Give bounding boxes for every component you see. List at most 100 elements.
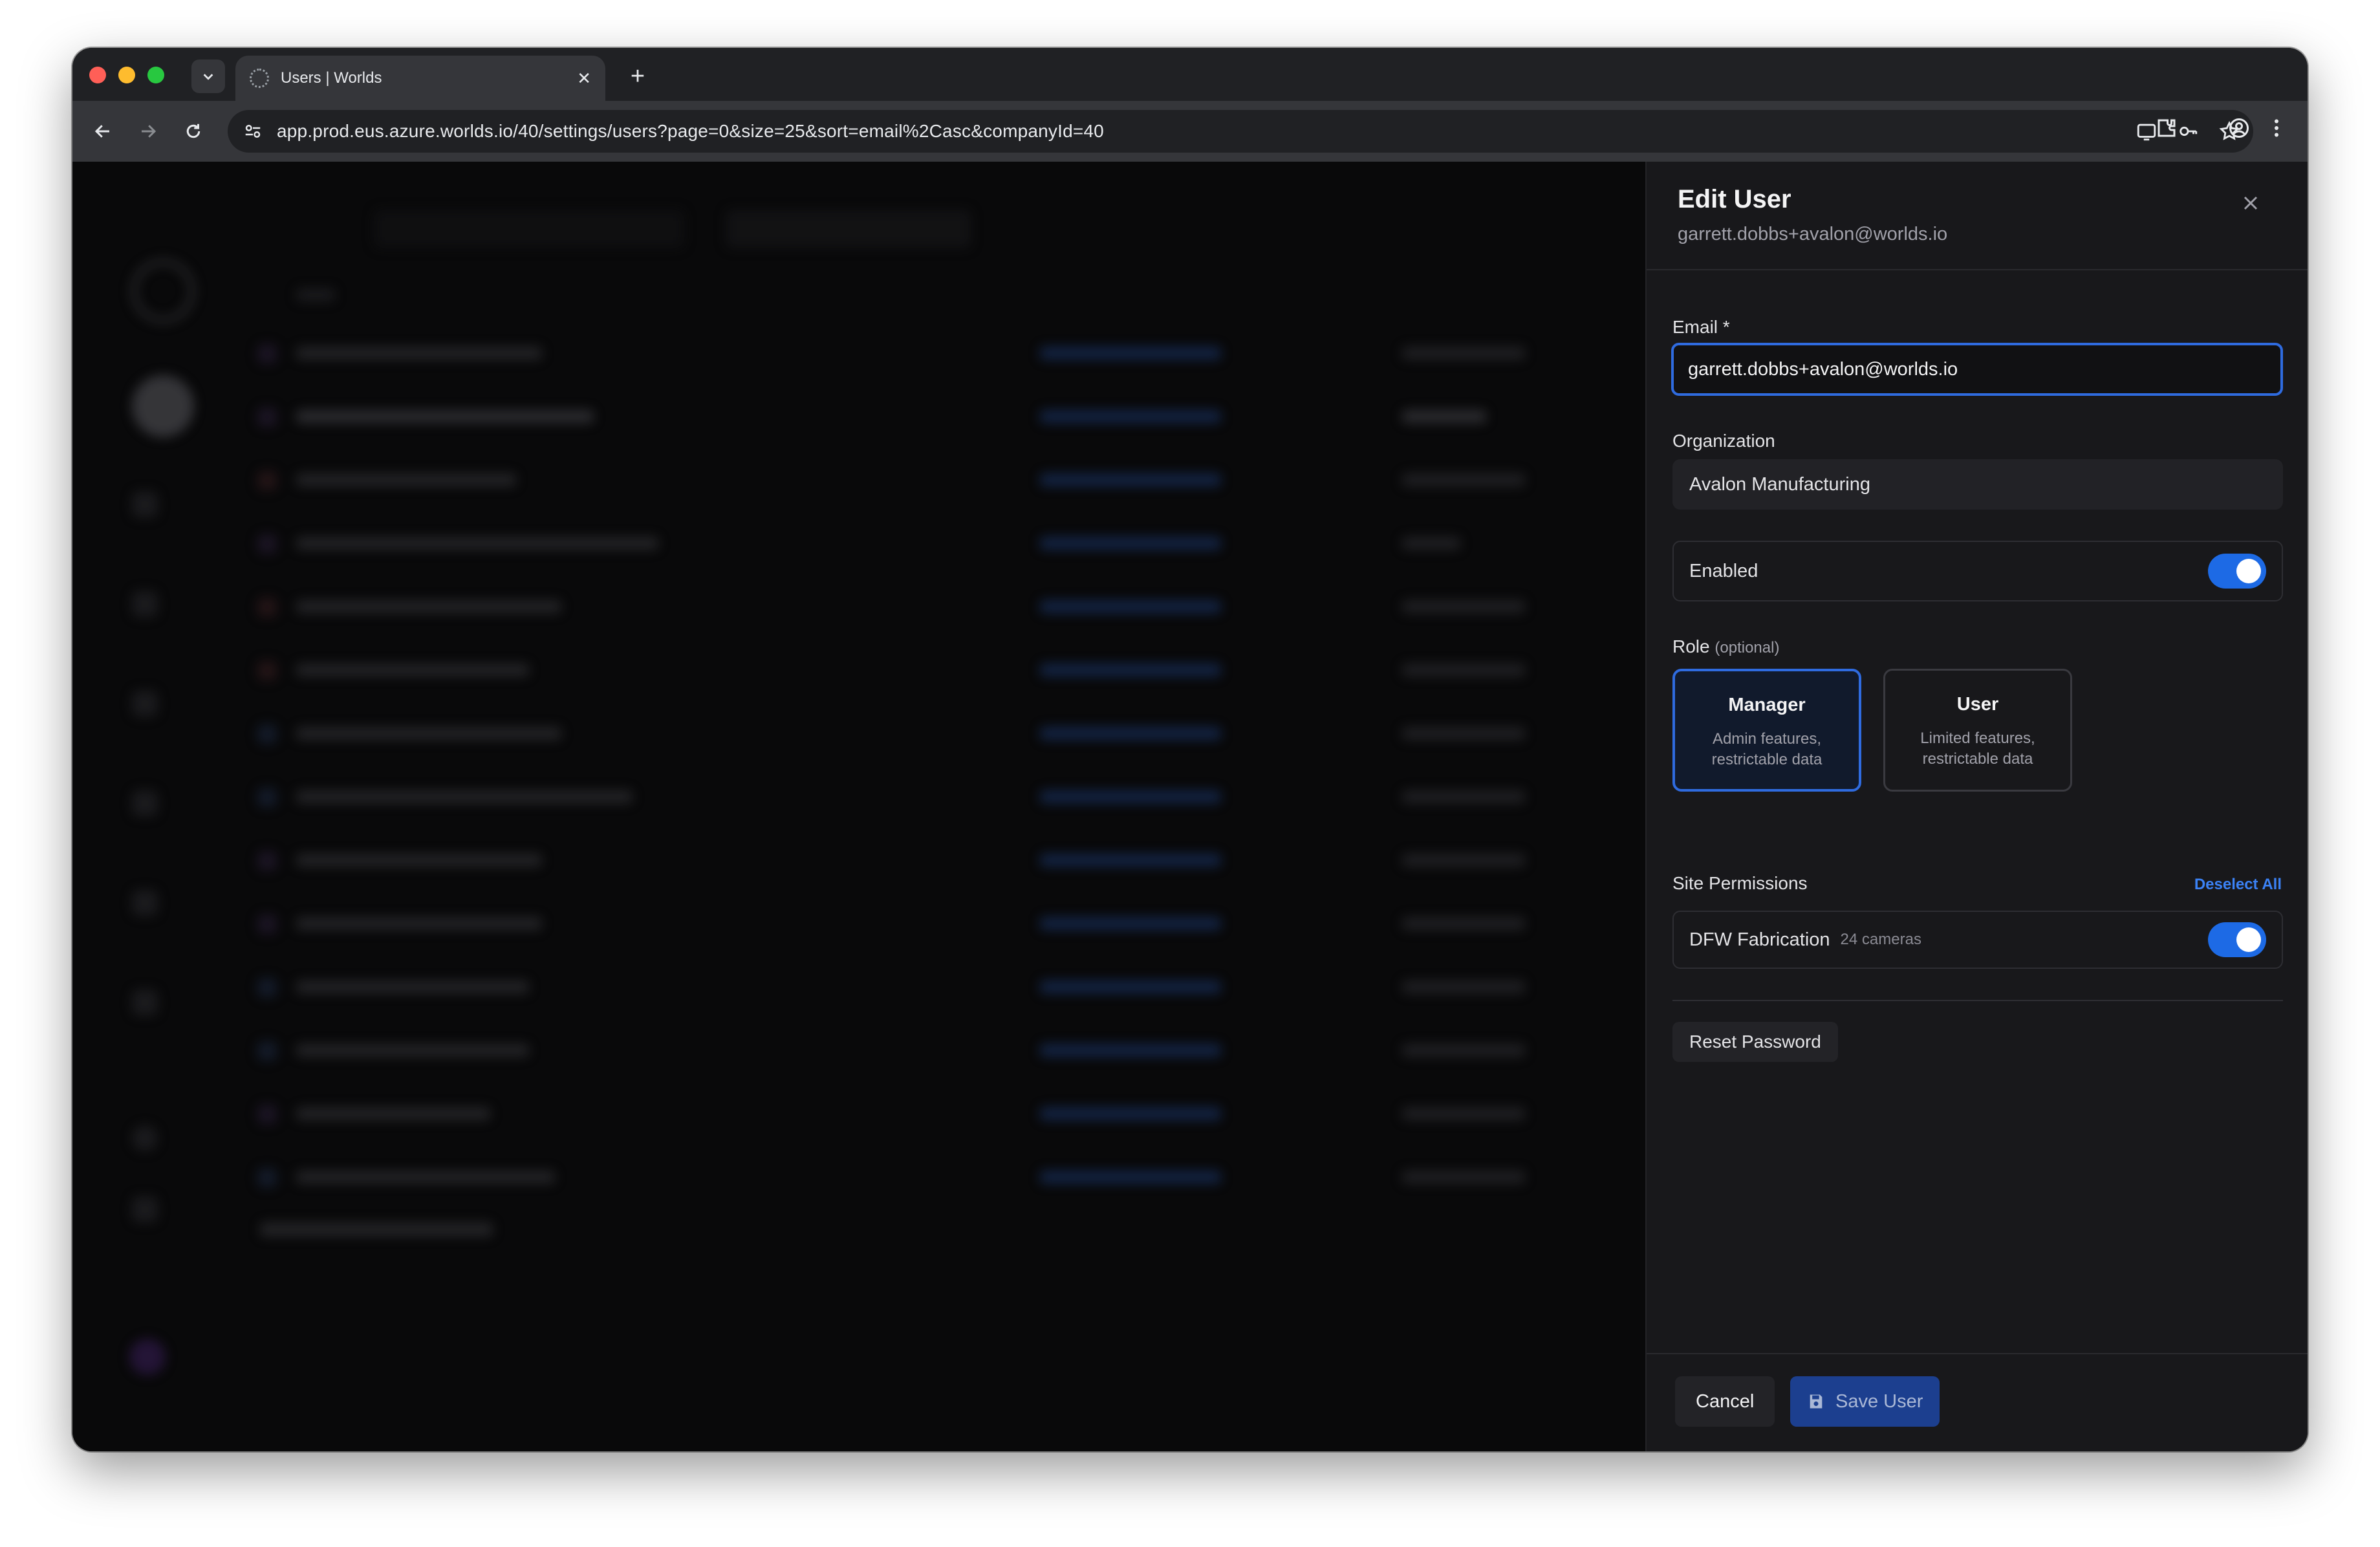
- chevron-down-icon: [203, 74, 213, 80]
- search-icon: [132, 492, 158, 517]
- browser-menu-button[interactable]: [2265, 116, 2288, 143]
- role-description-line: restrictable data: [1922, 750, 2033, 768]
- email-field[interactable]: [1671, 343, 2283, 396]
- collections-icon: [132, 790, 158, 816]
- reload-button[interactable]: [178, 116, 208, 146]
- profile-button[interactable]: [2227, 116, 2251, 143]
- organization-label: Organization: [1672, 431, 1775, 451]
- save-user-button[interactable]: Save User: [1790, 1376, 1940, 1427]
- settings-icon: [132, 990, 158, 1015]
- reload-icon: [186, 124, 200, 138]
- drawer-title: Edit User: [1678, 185, 1791, 213]
- deselect-all-button[interactable]: Deselect All: [2194, 876, 2282, 894]
- email-label: Email *: [1672, 317, 1730, 337]
- logo-icon: [131, 259, 195, 323]
- role-description-line: restrictable data: [1711, 751, 1823, 768]
- document-icon: [132, 1196, 158, 1222]
- table-row: [244, 775, 1645, 814]
- agents-icon: [132, 691, 158, 717]
- site-camera-count: 24 cameras: [1840, 931, 1921, 948]
- browser-toolbar: app.prod.eus.azure.worlds.io/40/settings…: [72, 101, 2308, 162]
- cancel-button[interactable]: Cancel: [1675, 1376, 1775, 1427]
- page-content: Edit User garrett.dobbs+avalon@worlds.io…: [72, 162, 2308, 1451]
- divider: [1672, 1000, 2283, 1001]
- tab-title: Users | Worlds: [281, 69, 382, 87]
- browser-tab[interactable]: Users | Worlds ✕: [235, 56, 605, 101]
- help-icon: [132, 1125, 158, 1151]
- extensions-button[interactable]: [2155, 116, 2178, 143]
- cameras-icon: [132, 890, 158, 916]
- organization-field: Avalon Manufacturing: [1672, 459, 2283, 510]
- forward-button[interactable]: [133, 116, 163, 146]
- table-row: [244, 1155, 1645, 1194]
- role-name: User: [1956, 694, 1999, 715]
- table-row: [244, 1028, 1645, 1067]
- arrow-right-icon: [142, 125, 157, 138]
- role-card-user[interactable]: User Limited features, restrictable data: [1883, 669, 2072, 792]
- enabled-toggle[interactable]: [2208, 554, 2266, 589]
- role-name: Manager: [1728, 695, 1806, 715]
- table-row: [244, 965, 1645, 1004]
- key-icon[interactable]: [2177, 120, 2199, 142]
- monitor-icon: [132, 591, 158, 617]
- toggle-knob: [2236, 559, 2261, 583]
- close-icon: [2244, 196, 2258, 210]
- puzzle-icon: [2158, 119, 2176, 137]
- site-permission-toggle[interactable]: [2208, 922, 2266, 957]
- new-tab-button[interactable]: +: [621, 60, 654, 93]
- address-bar[interactable]: app.prod.eus.azure.worlds.io/40/settings…: [228, 110, 2253, 153]
- browser-window: Users | Worlds ✕ + app.prod.eus.azure.wo…: [72, 48, 2308, 1451]
- close-drawer-button[interactable]: [2239, 191, 2262, 215]
- filter-input-placeholder: [374, 210, 684, 248]
- role-description-line: Limited features,: [1920, 730, 2035, 747]
- minimize-window-button[interactable]: [118, 67, 135, 83]
- site-permissions-label: Site Permissions: [1672, 873, 1808, 893]
- arrow-left-icon: [94, 125, 109, 138]
- users-page-backdrop[interactable]: [72, 162, 1645, 1451]
- role-optional-hint: (optional): [1715, 639, 1780, 656]
- tab-search-button[interactable]: [191, 60, 225, 93]
- loading-favicon-icon: [250, 69, 269, 88]
- avatar: [132, 375, 194, 437]
- cast-icon[interactable]: [2136, 120, 2158, 142]
- table-row: [244, 838, 1645, 877]
- role-description: Limited features, restrictable data: [1885, 728, 2070, 770]
- table-row: [244, 395, 1645, 433]
- account-circle-icon: [2229, 118, 2249, 138]
- role-description: Admin features, restrictable data: [1675, 729, 1859, 770]
- table-row: [244, 331, 1645, 370]
- tab-strip: Users | Worlds ✕ +: [72, 48, 2308, 101]
- table-row: [244, 585, 1645, 623]
- reset-password-button[interactable]: Reset Password: [1672, 1022, 1838, 1062]
- table-row: [244, 458, 1645, 497]
- more-vertical-icon: [2275, 119, 2278, 137]
- site-name: DFW Fabrication: [1689, 929, 1830, 950]
- close-window-button[interactable]: [89, 67, 106, 83]
- user-avatar: [129, 1339, 166, 1375]
- table-row: [244, 648, 1645, 687]
- url-text: app.prod.eus.azure.worlds.io/40/settings…: [277, 121, 1104, 141]
- save-user-label: Save User: [1835, 1390, 1923, 1412]
- drawer-header: Edit User garrett.dobbs+avalon@worlds.io: [1647, 162, 2308, 270]
- edit-user-drawer: Edit User garrett.dobbs+avalon@worlds.io…: [1645, 162, 2308, 1451]
- enabled-label: Enabled: [1689, 560, 1758, 581]
- site-permission-row: DFW Fabrication 24 cameras: [1672, 911, 2283, 969]
- role-card-manager[interactable]: Manager Admin features, restrictable dat…: [1672, 669, 1861, 792]
- toggle-knob: [2236, 927, 2261, 952]
- role-label: Role (optional): [1672, 636, 1779, 657]
- table-row: [244, 521, 1645, 560]
- table-row: [244, 1092, 1645, 1130]
- enabled-row: Enabled: [1672, 541, 2283, 601]
- table-row: [244, 711, 1645, 750]
- table-header: [244, 273, 1645, 312]
- site-settings-icon: [245, 125, 261, 138]
- drawer-subtitle: garrett.dobbs+avalon@worlds.io: [1678, 224, 1948, 244]
- role-label-text: Role: [1672, 636, 1710, 656]
- showing-dropdown-placeholder: [726, 210, 971, 248]
- table-row: [244, 902, 1645, 940]
- drawer-footer: Cancel Save User: [1647, 1353, 2308, 1451]
- back-button[interactable]: [88, 116, 118, 146]
- save-icon: [1810, 1394, 1823, 1409]
- close-icon[interactable]: ✕: [577, 69, 591, 89]
- maximize-window-button[interactable]: [147, 67, 164, 83]
